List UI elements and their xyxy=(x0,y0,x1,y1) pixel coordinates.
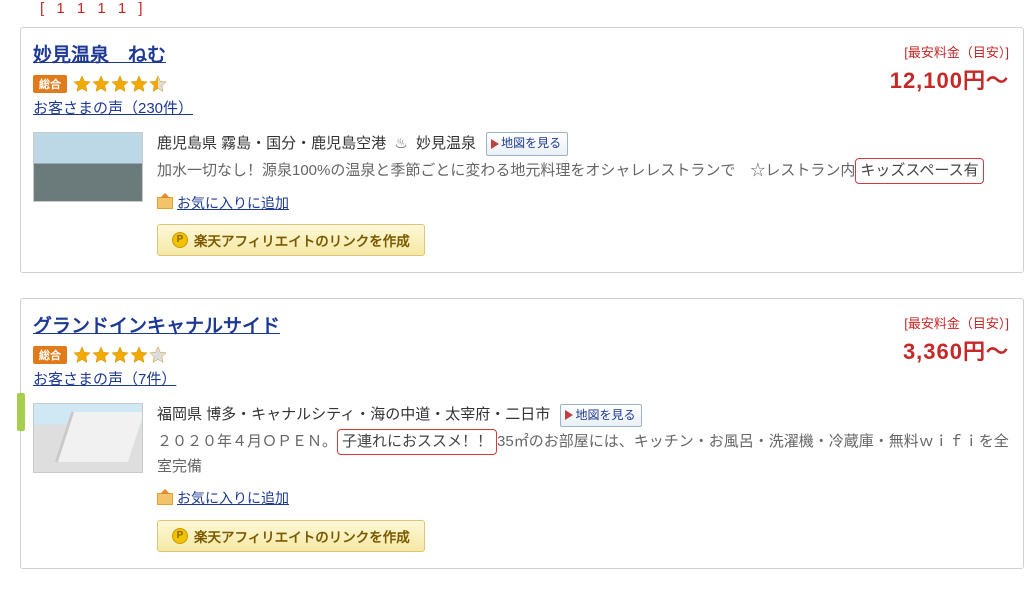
header-scrap: [ 1 1 1 1 ] xyxy=(40,0,1024,17)
price-label: [最安料金（目安）] xyxy=(890,42,1009,61)
map-button-label: 地図を見る xyxy=(501,134,561,153)
rating-badge: 総合 xyxy=(33,346,67,364)
rating-badge: 総合 xyxy=(33,75,67,93)
map-button[interactable]: 地図を見る xyxy=(486,132,568,155)
map-button[interactable]: 地図を見る xyxy=(560,404,642,427)
affiliate-button-label: 楽天アフィリエイトのリンクを作成 xyxy=(194,526,410,546)
affiliate-button-label: 楽天アフィリエイトのリンクを作成 xyxy=(194,230,410,250)
left-accent-rail xyxy=(17,393,25,431)
star-rating xyxy=(73,346,167,364)
desc-pre: ２０２０年４月ＯＰＥＮ。 xyxy=(157,433,337,450)
hotel-thumbnail[interactable] xyxy=(33,132,143,202)
onsen-icon: ♨ xyxy=(394,132,407,156)
reviews-link[interactable]: お客さまの声（230件） xyxy=(33,97,193,118)
favorite-link[interactable]: お気に入りに追加 xyxy=(177,487,289,509)
desc-pre: 加水一切なし！源泉100%の温泉と季節ごとに変わる地元料理をオシャレレストランで… xyxy=(157,162,855,179)
hotel-title-link[interactable]: 妙見温泉 ねむ xyxy=(33,45,166,66)
favorite-icon xyxy=(157,493,173,505)
listing-card: グランドインキャナルサイド 総合 お客さまの声（7件） [最安料金（目安）] 3… xyxy=(20,298,1024,568)
price-amount: 3,360円～ xyxy=(903,334,1009,366)
hotel-description: 加水一切なし！源泉100%の温泉と季節ごとに変わる地元料理をオシャレレストランで… xyxy=(157,158,1011,184)
hotel-title-link[interactable]: グランドインキャナルサイド xyxy=(33,316,280,337)
highlight-box: キッズスペース有 xyxy=(855,158,983,184)
listing-card: 妙見温泉 ねむ 総合 お客さまの声（230件） [最安料金（目安）] 12,10… xyxy=(20,27,1024,273)
location-text: 鹿児島県 霧島・国分・鹿児島空港 xyxy=(157,135,386,152)
affiliate-button[interactable]: P 楽天アフィリエイトのリンクを作成 xyxy=(157,520,425,552)
price-label: [最安料金（目安）] xyxy=(903,313,1009,332)
onsen-name: 妙見温泉 xyxy=(416,135,476,152)
favorite-icon xyxy=(157,197,173,209)
price-amount: 12,100円～ xyxy=(890,63,1009,95)
coin-icon: P xyxy=(172,528,188,544)
favorite-link[interactable]: お気に入りに追加 xyxy=(177,192,289,214)
map-button-label: 地図を見る xyxy=(575,406,635,425)
reviews-link[interactable]: お客さまの声（7件） xyxy=(33,368,176,389)
location-text: 福岡県 博多・キャナルシティ・海の中道・太宰府・二日市 xyxy=(157,406,550,423)
affiliate-button[interactable]: P 楽天アフィリエイトのリンクを作成 xyxy=(157,224,425,256)
highlight-box: 子連れにおススメ！！ xyxy=(337,429,497,455)
coin-icon: P xyxy=(172,232,188,248)
hotel-description: ２０２０年４月ＯＰＥＮ。子連れにおススメ！！35㎡のお部屋には、キッチン・お風呂… xyxy=(157,429,1011,479)
star-rating xyxy=(73,75,167,93)
hotel-thumbnail[interactable] xyxy=(33,403,143,473)
